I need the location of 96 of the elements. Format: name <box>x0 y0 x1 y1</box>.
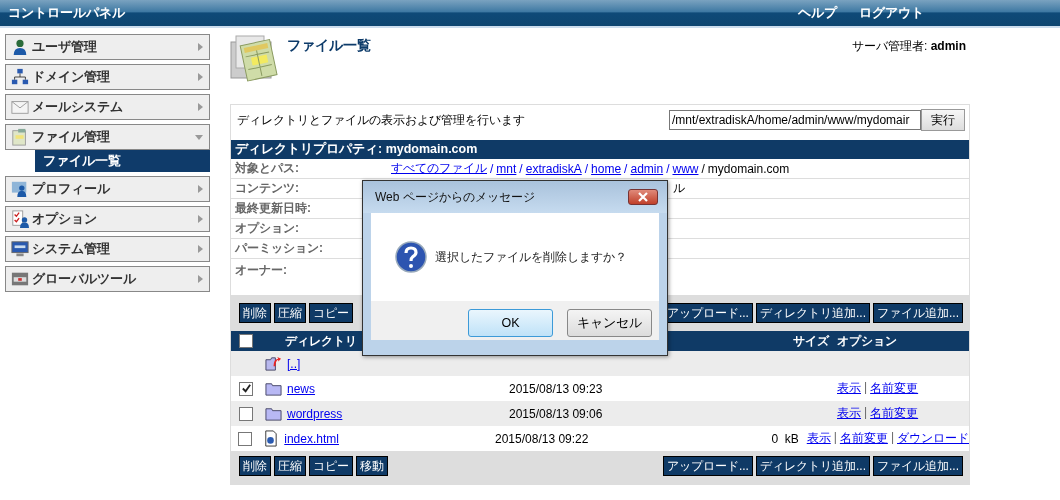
breadcrumb-link[interactable]: mnt <box>496 161 517 176</box>
option-link[interactable]: 名前変更 <box>870 380 919 397</box>
breadcrumb-link[interactable]: extradiskA <box>525 161 582 176</box>
parent-folder-icon <box>264 355 282 372</box>
breadcrumb-link[interactable]: home <box>591 161 622 176</box>
document-icon <box>11 128 29 146</box>
path-field[interactable]: /mnt/extradiskA/home/admin/www/mydomair <box>669 110 921 130</box>
toolbar-button[interactable]: ファイル追加... <box>873 303 963 323</box>
option-link[interactable]: 名前変更 <box>870 405 919 422</box>
select-all-checkbox[interactable] <box>239 334 253 348</box>
sidebar-item[interactable]: システム管理 <box>5 236 210 262</box>
description-text: ディレクトリとファイルの表示および管理を行います <box>237 112 525 129</box>
breadcrumb-link[interactable]: admin <box>630 161 664 176</box>
run-button[interactable]: 実行 <box>921 109 965 131</box>
row-checkbox[interactable] <box>239 381 253 396</box>
option-separator: | <box>890 430 894 446</box>
sidebar-item[interactable]: プロフィール <box>5 176 210 202</box>
breadcrumb-link[interactable]: すべてのファイル <box>391 160 487 177</box>
sidebar-subitem[interactable]: ファイル一覧 <box>35 150 210 172</box>
column-header: サイズ <box>792 332 829 350</box>
file-size: 0 kB <box>771 431 799 446</box>
modified-date: 2015/08/13 09:23 <box>509 381 603 396</box>
row-checkbox[interactable] <box>238 431 253 446</box>
cancel-button[interactable]: キャンセル <box>567 309 652 337</box>
properties-header: ディレクトリプロパティ: mydomain.com <box>231 140 969 159</box>
property-label: パーミッション: <box>235 241 323 255</box>
folder-icon <box>264 380 282 397</box>
header-link[interactable]: ヘルプ <box>798 4 837 22</box>
close-icon <box>637 192 649 202</box>
person-icon <box>11 38 29 56</box>
breadcrumb-separator: / <box>519 161 523 176</box>
property-label: 最終更新日時: <box>235 201 311 215</box>
header-link[interactable]: ログアウト <box>859 4 924 22</box>
option-separator: | <box>864 405 868 421</box>
option-link[interactable]: ダウンロード <box>897 430 969 447</box>
envelope-icon <box>11 98 29 116</box>
column-header: オプション <box>837 332 897 350</box>
user-label: サーバ管理者: admin <box>852 38 966 55</box>
dialog-title: Web ページからのメッセージ <box>375 188 535 206</box>
html-file-icon <box>262 430 280 447</box>
sidebar-item[interactable]: グローバルツール <box>5 266 210 292</box>
toolbar-button[interactable]: コピー <box>309 456 353 476</box>
toolbox-icon <box>11 270 29 288</box>
file-link[interactable]: [..] <box>287 356 301 371</box>
file-link[interactable]: wordpress <box>287 406 343 421</box>
option-link[interactable]: 表示 <box>837 380 861 397</box>
sidebar-item[interactable]: ファイル管理 <box>5 124 210 150</box>
toolbar-button[interactable]: 圧縮 <box>274 456 306 476</box>
file-link[interactable]: index.html <box>284 431 339 446</box>
option-separator: | <box>833 430 837 446</box>
property-label: オーナー: <box>235 263 287 277</box>
option-link[interactable]: 表示 <box>806 430 831 447</box>
option-link[interactable]: 名前変更 <box>839 430 888 447</box>
toolbar-button[interactable]: コピー <box>309 303 353 323</box>
network-icon <box>11 68 29 86</box>
sidebar-item[interactable]: ユーザ管理 <box>5 34 210 60</box>
toolbar-button[interactable]: ディレクトリ追加... <box>755 303 870 323</box>
column-header: ディレクトリ <box>285 333 357 348</box>
option-link[interactable]: 表示 <box>837 405 861 422</box>
sidebar-item[interactable]: メールシステム <box>5 94 210 120</box>
ok-button[interactable]: OK <box>468 309 553 337</box>
toolbar-button[interactable]: 削除 <box>239 303 271 323</box>
monitor-icon <box>11 240 29 258</box>
property-value: ル <box>673 180 685 197</box>
checklist-icon <box>11 210 29 228</box>
sidebar-item[interactable]: ドメイン管理 <box>5 64 210 90</box>
breadcrumb-separator: / <box>701 161 705 176</box>
app-title: コントロールパネル <box>8 4 125 22</box>
property-label: オプション: <box>235 221 299 235</box>
toolbar-button[interactable]: 圧縮 <box>274 303 306 323</box>
modified-date: 2015/08/13 09:22 <box>495 431 589 446</box>
toolbar-button[interactable]: ファイル追加... <box>873 456 963 476</box>
option-separator: | <box>864 380 868 396</box>
toolbar-button[interactable]: アップロード... <box>662 456 753 476</box>
toolbar-button[interactable]: ディレクトリ追加... <box>755 456 870 476</box>
property-value: mydomain.com <box>707 161 790 176</box>
breadcrumb-separator: / <box>666 161 670 176</box>
question-icon <box>395 241 427 273</box>
sidebar-item[interactable]: オプション <box>5 206 210 232</box>
file-list-icon <box>230 34 280 82</box>
file-link[interactable]: news <box>287 381 315 396</box>
dialog-message: 選択したファイルを削除しますか？ <box>435 248 627 266</box>
breadcrumb-link[interactable]: www <box>672 161 699 176</box>
breadcrumb-separator: / <box>584 161 589 176</box>
toolbar-button[interactable]: 削除 <box>239 456 271 476</box>
breadcrumb-separator: / <box>624 161 628 176</box>
folder-icon <box>264 405 282 422</box>
property-label: コンテンツ: <box>235 181 299 195</box>
page-title: ファイル一覧 <box>287 37 371 55</box>
breadcrumb-separator: / <box>490 161 494 176</box>
close-button[interactable] <box>628 189 658 205</box>
row-checkbox[interactable] <box>239 406 253 421</box>
profile-icon <box>11 180 29 198</box>
toolbar-button[interactable]: 移動 <box>356 456 388 476</box>
property-label: 対象とパス: <box>235 161 299 175</box>
modified-date: 2015/08/13 09:06 <box>509 406 603 421</box>
